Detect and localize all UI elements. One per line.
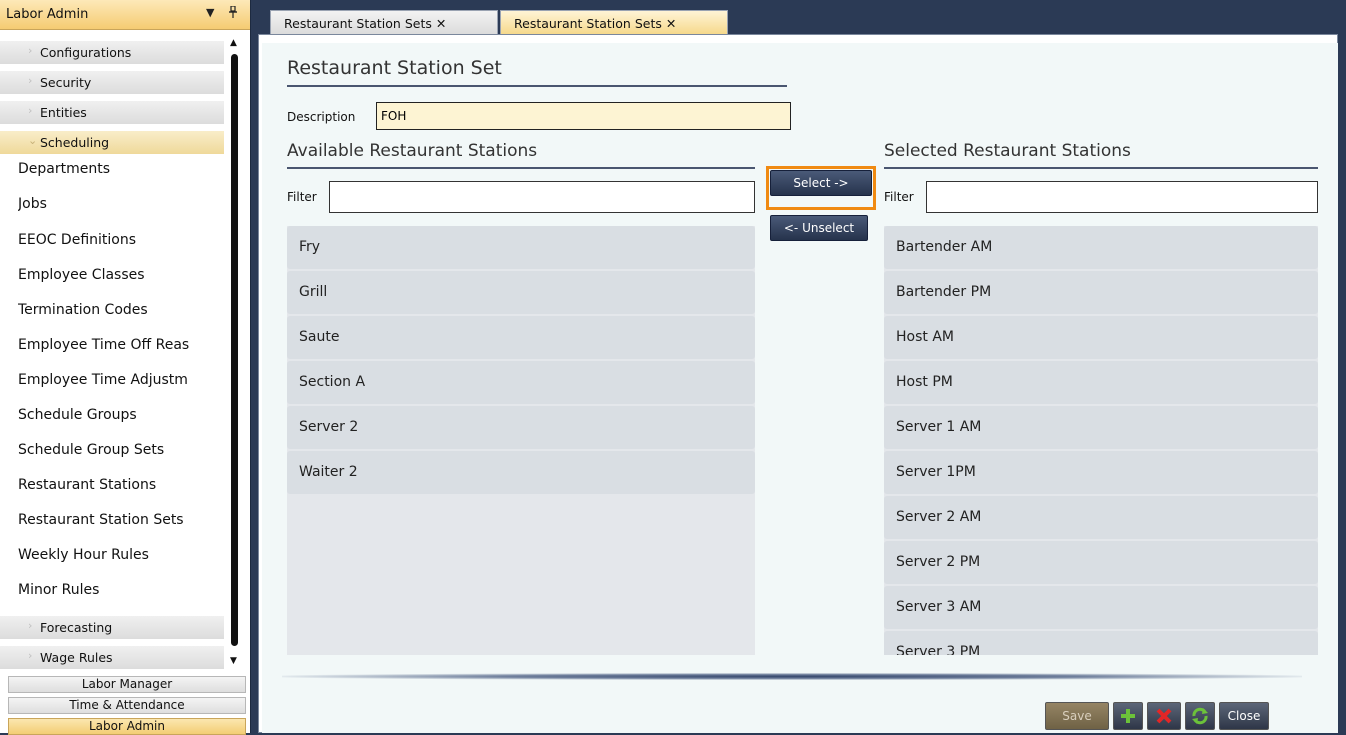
list-item[interactable]: Server 1PM bbox=[884, 451, 1318, 494]
main-panel: Restaurant Station Set Description Avail… bbox=[258, 34, 1338, 733]
section-entities[interactable]: › Entities bbox=[0, 101, 224, 125]
selected-stations-heading: Selected Restaurant Stations bbox=[884, 141, 1131, 161]
available-stations-list[interactable]: Fry Grill Saute Section A Server 2 Waite… bbox=[287, 226, 755, 655]
tab-restaurant-station-sets-1[interactable]: Restaurant Station Sets ✕ bbox=[270, 10, 498, 34]
list-item[interactable]: Server 2 AM bbox=[884, 496, 1318, 539]
list-item[interactable]: Bartender AM bbox=[884, 226, 1318, 269]
section-wage-rules[interactable]: › Wage Rules bbox=[0, 646, 224, 670]
refresh-icon bbox=[1192, 707, 1208, 725]
chevron-right-icon: › bbox=[28, 74, 33, 87]
section-security[interactable]: › Security bbox=[0, 71, 224, 95]
sidebar-item-eeoc-definitions[interactable]: EEOC Definitions bbox=[18, 232, 226, 262]
scroll-down-icon[interactable]: ▼ bbox=[230, 656, 237, 666]
section-label: Wage Rules bbox=[40, 650, 113, 665]
close-icon[interactable]: ✕ bbox=[666, 16, 676, 31]
selected-stations-list[interactable]: Bartender AM Bartender PM Host AM Host P… bbox=[884, 226, 1318, 655]
workspace-labor-manager[interactable]: Labor Manager bbox=[8, 676, 246, 693]
list-item[interactable]: Bartender PM bbox=[884, 271, 1318, 314]
sidebar: Labor Admin ▼ › Configurations › Securit… bbox=[0, 0, 251, 735]
list-item[interactable]: Server 3 AM bbox=[884, 586, 1318, 629]
refresh-button[interactable] bbox=[1185, 702, 1215, 730]
chevron-right-icon: › bbox=[28, 104, 33, 117]
sidebar-item-employee-time-adjustments[interactable]: Employee Time Adjustm bbox=[18, 372, 226, 402]
description-label: Description bbox=[287, 110, 356, 124]
section-label: Forecasting bbox=[40, 620, 113, 635]
section-scheduling[interactable]: ⌄ Scheduling bbox=[0, 131, 224, 155]
form-content: Restaurant Station Set Description Avail… bbox=[262, 43, 1338, 733]
list-item[interactable]: Host AM bbox=[884, 316, 1318, 359]
sidebar-item-termination-codes[interactable]: Termination Codes bbox=[18, 302, 226, 332]
sidebar-item-departments[interactable]: Departments bbox=[18, 161, 226, 191]
available-stations-heading: Available Restaurant Stations bbox=[287, 141, 538, 161]
add-button[interactable] bbox=[1113, 702, 1143, 730]
delete-button[interactable] bbox=[1147, 702, 1181, 730]
section-configurations[interactable]: › Configurations bbox=[0, 41, 224, 65]
list-item[interactable]: Section A bbox=[287, 361, 755, 404]
close-button[interactable]: Close bbox=[1219, 702, 1269, 730]
sidebar-header: Labor Admin ▼ bbox=[0, 0, 250, 30]
list-item[interactable]: Host PM bbox=[884, 361, 1318, 404]
list-item[interactable]: Grill bbox=[287, 271, 755, 314]
list-item[interactable]: Fry bbox=[287, 226, 755, 269]
scroll-up-icon[interactable]: ▲ bbox=[230, 38, 237, 48]
available-divider bbox=[287, 167, 755, 169]
sidebar-item-jobs[interactable]: Jobs bbox=[18, 196, 226, 226]
page-title: Restaurant Station Set bbox=[287, 57, 502, 79]
list-item[interactable]: Saute bbox=[287, 316, 755, 359]
list-item[interactable]: Server 2 bbox=[287, 406, 755, 449]
chevron-right-icon: › bbox=[28, 649, 33, 662]
description-input[interactable] bbox=[376, 102, 791, 130]
save-button[interactable]: Save bbox=[1045, 702, 1109, 730]
list-item[interactable]: Server 3 PM bbox=[884, 631, 1318, 655]
close-icon[interactable]: ✕ bbox=[436, 16, 446, 31]
sidebar-item-employee-classes[interactable]: Employee Classes bbox=[18, 267, 226, 297]
available-filter-label: Filter bbox=[287, 190, 317, 204]
workspace-time-attendance[interactable]: Time & Attendance bbox=[8, 697, 246, 714]
sidebar-scrollbar[interactable]: ▲ ▼ bbox=[229, 38, 241, 668]
sidebar-item-weekly-hour-rules[interactable]: Weekly Hour Rules bbox=[18, 547, 226, 577]
workspace-labor-admin[interactable]: Labor Admin bbox=[8, 718, 246, 735]
available-filter-input[interactable] bbox=[329, 181, 755, 213]
unselect-button[interactable]: <- Unselect bbox=[770, 215, 868, 241]
sidebar-item-restaurant-station-sets[interactable]: Restaurant Station Sets bbox=[18, 512, 226, 542]
tab-bar: Restaurant Station Sets ✕ Restaurant Sta… bbox=[258, 10, 1346, 34]
section-forecasting[interactable]: › Forecasting bbox=[0, 616, 224, 640]
section-label: Scheduling bbox=[40, 135, 110, 150]
chevron-right-icon: › bbox=[28, 619, 33, 632]
scrollbar-thumb[interactable] bbox=[231, 54, 238, 646]
select-button[interactable]: Select -> bbox=[770, 170, 872, 196]
tab-label: Restaurant Station Sets bbox=[514, 16, 662, 31]
chevron-down-icon: ⌄ bbox=[28, 134, 38, 147]
section-label: Security bbox=[40, 75, 92, 90]
selected-filter-label: Filter bbox=[884, 190, 914, 204]
sidebar-item-schedule-group-sets[interactable]: Schedule Group Sets bbox=[18, 442, 226, 472]
sidebar-item-employee-time-off-reasons[interactable]: Employee Time Off Reas bbox=[18, 337, 226, 367]
list-item[interactable]: Server 1 AM bbox=[884, 406, 1318, 449]
dropdown-arrow-icon[interactable]: ▼ bbox=[206, 6, 214, 19]
title-divider bbox=[287, 85, 787, 87]
sidebar-item-minor-rules[interactable]: Minor Rules bbox=[18, 582, 226, 612]
footer-divider bbox=[282, 673, 1302, 680]
list-item[interactable]: Waiter 2 bbox=[287, 451, 755, 494]
section-label: Entities bbox=[40, 105, 87, 120]
pin-icon[interactable] bbox=[229, 5, 237, 21]
tab-label: Restaurant Station Sets bbox=[284, 16, 432, 31]
sidebar-item-schedule-groups[interactable]: Schedule Groups bbox=[18, 407, 226, 437]
selected-divider bbox=[884, 167, 1318, 169]
section-label: Configurations bbox=[40, 45, 132, 60]
selected-filter-input[interactable] bbox=[926, 181, 1318, 213]
plus-icon bbox=[1121, 709, 1135, 723]
chevron-right-icon: › bbox=[28, 44, 33, 57]
list-item[interactable]: Server 2 PM bbox=[884, 541, 1318, 584]
sidebar-title: Labor Admin bbox=[6, 7, 89, 22]
sidebar-item-restaurant-stations[interactable]: Restaurant Stations bbox=[18, 477, 226, 507]
tab-restaurant-station-sets-2[interactable]: Restaurant Station Sets ✕ bbox=[500, 10, 728, 34]
delete-x-icon bbox=[1156, 708, 1172, 724]
